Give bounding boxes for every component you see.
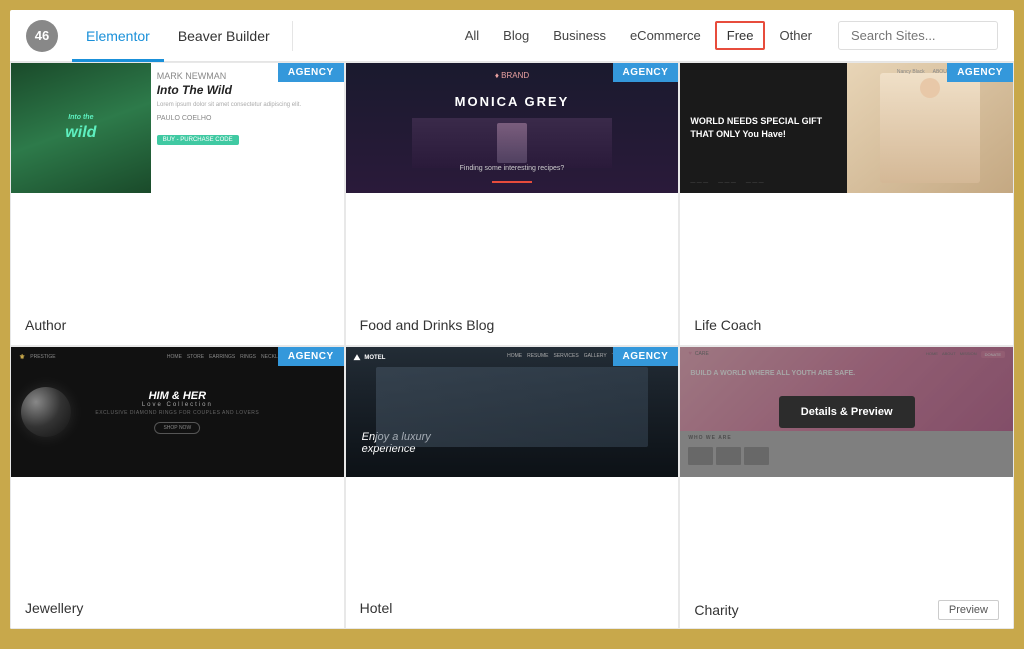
author-desc: Lorem ipsum dolor sit amet consectetur a…	[157, 101, 338, 109]
life-coach-photo	[847, 63, 1013, 193]
card-image-food: AGENCY ♦ BRAND MONICA GREY Finding some …	[346, 63, 679, 305]
author-right-panel: MARK NEWMAN Into The Wild Lorem ipsum do…	[151, 63, 344, 193]
card-image-jewellery: AGENCY ⚜ PRESTIGE HOME STORE EARRINGS RI…	[11, 347, 344, 589]
life-nav-brand: Nancy Black	[897, 69, 925, 75]
jewel-brand-name: PRESTIGE	[30, 354, 55, 360]
hotel-label: Hotel	[346, 588, 679, 628]
author-cta: BUY - PURCHASE CODE	[157, 128, 338, 146]
life-coach-silhouette	[880, 73, 980, 184]
charity-details-preview-btn[interactable]: Details & Preview	[779, 396, 915, 428]
hotel-room-img	[376, 367, 649, 447]
jewel-nav4: RINGS	[240, 354, 256, 360]
life-coach-bottom-stats: — — — — — — — — —	[680, 173, 846, 193]
agency-badge-author: AGENCY	[278, 63, 344, 82]
template-grid: AGENCY Into thewild MARK NEWMAN Into The…	[10, 62, 1014, 629]
template-card-author[interactable]: AGENCY Into thewild MARK NEWMAN Into The…	[10, 62, 345, 346]
filter-other[interactable]: Other	[769, 23, 822, 48]
top-nav: 46 Elementor Beaver Builder All Blog Bus…	[10, 10, 1014, 62]
food-tagline: Finding some interesting recipes?	[346, 157, 679, 175]
template-card-charity[interactable]: ♥ CARE HOME ABOUT MISSION DONATE BUILD A…	[679, 346, 1014, 630]
hotel-nav2: RESUME	[527, 353, 548, 359]
hotel-nav4: GALLERY	[584, 353, 607, 359]
card-image-author: AGENCY Into thewild MARK NEWMAN Into The…	[11, 63, 344, 305]
life-stat-2: — — —	[718, 180, 736, 186]
nav-divider	[292, 21, 293, 51]
jewel-shop-btn[interactable]: SHOP NOW	[154, 422, 200, 434]
author-label: Author	[11, 305, 344, 345]
template-count-badge: 46	[26, 20, 58, 52]
author-book-title: Into The Wild	[157, 83, 338, 97]
charity-preview-button[interactable]: Preview	[938, 600, 999, 620]
filter-ecommerce[interactable]: eCommerce	[620, 23, 711, 48]
main-container: 46 Elementor Beaver Builder All Blog Bus…	[10, 10, 1014, 629]
template-card-jewellery[interactable]: AGENCY ⚜ PRESTIGE HOME STORE EARRINGS RI…	[10, 346, 345, 630]
charity-footer: Charity Preview	[680, 592, 1013, 628]
jewel-subtitle: EXCLUSIVE DIAMOND RINGS FOR COUPLES AND …	[95, 410, 259, 416]
hotel-preview: ⛰ MOTEL HOME RESUME SERVICES GALLERY TES…	[346, 347, 679, 477]
life-coach-title-text: WORLD NEEDS SPECIAL GIFT THAT ONLY You H…	[690, 115, 836, 140]
hotel-nav1: HOME	[507, 353, 522, 359]
author-preview: Into thewild MARK NEWMAN Into The Wild L…	[11, 63, 344, 193]
author-left-panel: Into thewild	[11, 63, 151, 193]
food-label: Food and Drinks Blog	[346, 305, 679, 345]
jewel-nav3: EARRINGS	[209, 354, 235, 360]
card-image-hotel: AGENCY ⛰ MOTEL HOME RESUME SERVICES GALL…	[346, 347, 679, 589]
card-image-life-coach: AGENCY WORLD NEEDS SPECIAL GIFT THAT ONL…	[680, 63, 1013, 305]
hotel-nav: ⛰ MOTEL	[354, 353, 390, 363]
filter-blog[interactable]: Blog	[493, 23, 539, 48]
food-preview: ♦ BRAND MONICA GREY Finding some interes…	[346, 63, 679, 193]
food-divider	[492, 181, 532, 183]
life-stat-1: — — —	[690, 180, 708, 186]
jewel-ring-img	[21, 387, 71, 437]
jewel-title1: HIM & HER	[95, 390, 259, 402]
hotel-brand: MOTEL	[364, 355, 385, 361]
food-model-name: MONICA GREY	[346, 93, 679, 111]
jewel-brand-icon: ⚜	[19, 353, 25, 361]
jewel-title2: Love Collection	[95, 402, 259, 408]
jewel-nav1: HOME	[167, 354, 182, 360]
filter-all[interactable]: All	[455, 23, 489, 48]
template-card-life-coach[interactable]: AGENCY WORLD NEEDS SPECIAL GIFT THAT ONL…	[679, 62, 1014, 346]
charity-hover-overlay: Details & Preview	[680, 347, 1013, 477]
jewel-nav2: STORE	[187, 354, 204, 360]
agency-badge-food: AGENCY	[613, 63, 679, 82]
template-card-food[interactable]: AGENCY ♦ BRAND MONICA GREY Finding some …	[345, 62, 680, 346]
life-coach-head	[920, 78, 940, 98]
search-input[interactable]	[838, 21, 998, 50]
hotel-logo-icon: ⛰	[354, 353, 361, 363]
template-card-hotel[interactable]: AGENCY ⛰ MOTEL HOME RESUME SERVICES GALL…	[345, 346, 680, 630]
charity-label: Charity	[694, 602, 738, 618]
filter-tabs: All Blog Business eCommerce Free Other	[455, 21, 998, 50]
jewellery-preview: ⚜ PRESTIGE HOME STORE EARRINGS RINGS NEC…	[11, 347, 344, 477]
author-wild-text: Into thewild	[61, 110, 100, 146]
agency-badge-jewellery: AGENCY	[278, 347, 344, 366]
tab-elementor[interactable]: Elementor	[72, 10, 164, 62]
filter-business[interactable]: Business	[543, 23, 616, 48]
card-image-charity: ♥ CARE HOME ABOUT MISSION DONATE BUILD A…	[680, 347, 1013, 593]
life-coach-label: Life Coach	[680, 305, 1013, 345]
tab-beaver-builder[interactable]: Beaver Builder	[164, 10, 284, 62]
life-coach-person-img	[847, 63, 1013, 193]
author-author-name: PAULO COELHO	[157, 115, 338, 122]
hotel-nav3: SERVICES	[554, 353, 579, 359]
agency-badge-life-coach: AGENCY	[947, 63, 1013, 82]
agency-badge-hotel: AGENCY	[613, 347, 679, 366]
life-stat-3: — — —	[746, 180, 764, 186]
author-buy-btn[interactable]: BUY - PURCHASE CODE	[157, 135, 239, 145]
food-brand: ♦ BRAND	[495, 71, 529, 80]
jewel-center-text: HIM & HER Love Collection EXCLUSIVE DIAM…	[95, 390, 259, 434]
charity-preview: ♥ CARE HOME ABOUT MISSION DONATE BUILD A…	[680, 347, 1013, 477]
filter-free[interactable]: Free	[715, 21, 766, 50]
life-coach-preview: WORLD NEEDS SPECIAL GIFT THAT ONLY You H…	[680, 63, 1013, 193]
jewellery-label: Jewellery	[11, 588, 344, 628]
